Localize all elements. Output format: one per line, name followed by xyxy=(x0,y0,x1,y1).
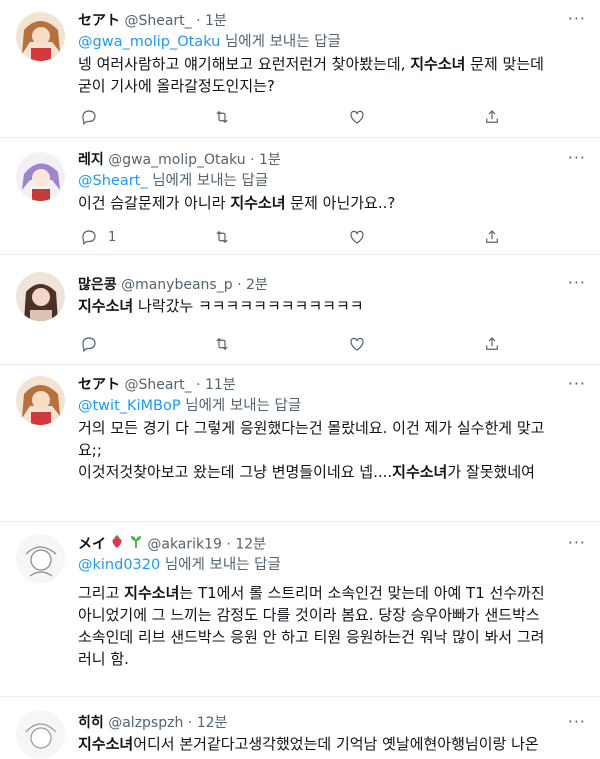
share-icon xyxy=(486,110,498,123)
more-options-icon[interactable]: ··· xyxy=(568,535,586,551)
avatar[interactable] xyxy=(16,152,65,201)
tweet-actions xyxy=(78,335,518,355)
reply-suffix: 님에게 보내는 답글 xyxy=(152,173,269,189)
retweet-button[interactable] xyxy=(213,108,231,126)
heart-icon xyxy=(350,230,364,244)
reply-icon xyxy=(82,337,96,352)
timestamp[interactable]: 12분 xyxy=(235,537,266,553)
more-options-icon[interactable]: ··· xyxy=(568,150,586,166)
tweet[interactable]: セアト @Sheart_ · 11분 @twit_KiMBoP 님에게 보내는 … xyxy=(0,365,600,522)
avatar[interactable] xyxy=(16,534,65,583)
handle[interactable]: @Sheart_ xyxy=(124,13,191,29)
reply-context: @kind0320 님에게 보내는 답글 xyxy=(78,554,588,576)
like-button[interactable] xyxy=(348,108,366,126)
retweet-button[interactable] xyxy=(213,228,231,246)
reply-suffix: 님에게 보내는 답글 xyxy=(224,34,341,50)
tweet-text: 그리고 지수소녀는 T1에서 롤 스트리머 소속인건 맞는데 아예 T1 선수까… xyxy=(78,584,545,668)
heart-icon xyxy=(350,110,364,124)
tweet-text: 넹 여러사람하고 얘기해보고 요런저런거 찾아봤는데, 지수소녀 문제 맞는데 … xyxy=(78,55,544,95)
share-icon xyxy=(486,230,498,243)
tweet[interactable]: セアト @Sheart_ · 1분 @gwa_molip_Otaku 님에게 보… xyxy=(0,0,600,138)
separator-dot: · xyxy=(196,13,201,29)
timestamp[interactable]: 2분 xyxy=(246,277,268,293)
reply-mention[interactable]: @Sheart_ xyxy=(78,173,148,189)
share-button[interactable] xyxy=(483,228,501,246)
share-button[interactable] xyxy=(483,335,501,353)
reply-mention[interactable]: @twit_KiMBoP xyxy=(78,398,181,414)
reply-button[interactable] xyxy=(80,108,108,126)
tweet[interactable]: メイ @akarik19 · 12분 @kind0320 님에게 보내는 답글 … xyxy=(0,522,600,697)
reply-icon xyxy=(82,110,96,125)
display-name[interactable]: 히히 xyxy=(78,715,104,731)
handle[interactable]: @gwa_molip_Otaku xyxy=(108,152,245,168)
avatar[interactable] xyxy=(16,710,65,759)
display-name[interactable]: 많은콩 xyxy=(78,277,117,293)
display-name[interactable]: メイ xyxy=(78,537,106,553)
reply-suffix: 님에게 보내는 답글 xyxy=(164,557,281,573)
share-button[interactable] xyxy=(483,108,501,126)
reply-button[interactable] xyxy=(80,335,98,353)
display-name[interactable]: 레지 xyxy=(78,152,104,168)
sprout-icon xyxy=(129,534,143,555)
tweet-actions xyxy=(78,108,518,128)
handle[interactable]: @manybeans_p xyxy=(121,277,233,293)
reply-mention[interactable]: @kind0320 xyxy=(78,557,160,573)
share-icon xyxy=(486,337,498,350)
retweet-icon xyxy=(216,230,228,244)
avatar[interactable] xyxy=(16,376,65,425)
reply-context: @gwa_molip_Otaku 님에게 보내는 답글 xyxy=(78,31,588,53)
separator-dot: · xyxy=(237,277,242,293)
reply-count: 1 xyxy=(108,229,117,245)
tweet-header: 레지 @gwa_molip_Otaku · 1분 xyxy=(78,150,588,170)
reply-button[interactable]: 1 xyxy=(80,228,116,246)
more-options-icon[interactable]: ··· xyxy=(568,11,586,27)
timestamp[interactable]: 11분 xyxy=(205,377,236,393)
separator-dot: · xyxy=(226,536,231,553)
tweet-text: 이건 슴갈문제가 아니라 지수소녀 문제 아닌가요..? xyxy=(78,194,396,212)
retweet-button[interactable] xyxy=(213,335,231,353)
retweet-icon xyxy=(216,110,228,124)
tweet-header: セアト @Sheart_ · 11분 xyxy=(78,375,588,395)
like-button[interactable] xyxy=(348,228,366,246)
avatar[interactable] xyxy=(16,272,65,321)
timestamp[interactable]: 1분 xyxy=(205,13,227,29)
handle[interactable]: @alzpspzh xyxy=(108,715,183,731)
heart-icon xyxy=(350,337,364,351)
tweet-actions: 1 xyxy=(78,228,518,248)
retweet-icon xyxy=(216,337,228,351)
tweet-text: 지수소녀 나락갔누 ㅋㅋㅋㅋㅋㅋㅋㅋㅋㅋㅋㅋ xyxy=(78,297,364,315)
separator-dot: · xyxy=(250,152,255,168)
more-options-icon[interactable]: ··· xyxy=(568,714,586,730)
tweet-text: 지수소녀어디서 본거같다고생각했었는데 기억남 옛날에현아행님이랑 나온 xyxy=(78,735,539,753)
tweet[interactable]: 레지 @gwa_molip_Otaku · 1분 @Sheart_ 님에게 보내… xyxy=(0,138,600,255)
more-options-icon[interactable]: ··· xyxy=(568,275,586,291)
reply-suffix: 님에게 보내는 답글 xyxy=(185,398,302,414)
separator-dot: · xyxy=(196,377,201,393)
more-options-icon[interactable]: ··· xyxy=(568,376,586,392)
handle[interactable]: @akarik19 xyxy=(147,537,222,553)
timestamp[interactable]: 1분 xyxy=(259,152,281,168)
avatar[interactable] xyxy=(16,12,65,61)
timestamp[interactable]: 12분 xyxy=(197,715,228,731)
separator-dot: · xyxy=(187,715,193,731)
reply-icon xyxy=(82,230,96,245)
display-name[interactable]: セアト xyxy=(78,13,120,29)
tweet[interactable]: 히히 @alzpspzh · 12분 지수소녀어디서 본거같다고생각했었는데 기… xyxy=(0,697,600,759)
tweet[interactable]: 많은콩 @manybeans_p · 2분 지수소녀 나락갔누 ㅋㅋㅋㅋㅋㅋㅋㅋ… xyxy=(0,255,600,365)
tweet-header: 히히 @alzpspzh · 12분 xyxy=(78,713,588,733)
tweet-header: メイ @akarik19 · 12분 xyxy=(78,534,588,554)
reply-context: @Sheart_ 님에게 보내는 답글 xyxy=(78,170,588,192)
tweet-header: 많은콩 @manybeans_p · 2분 xyxy=(78,275,588,295)
like-button[interactable] xyxy=(348,335,366,353)
tweet-header: セアト @Sheart_ · 1분 xyxy=(78,11,588,31)
reply-mention[interactable]: @gwa_molip_Otaku xyxy=(78,34,220,50)
reply-context: @twit_KiMBoP 님에게 보내는 답글 xyxy=(78,395,588,417)
display-name[interactable]: セアト xyxy=(78,377,120,393)
handle[interactable]: @Sheart_ xyxy=(124,377,191,393)
tweet-text: 거의 모든 경기 다 그렇게 응원했다는건 몰랐네요. 이건 제가 실수한게 맞… xyxy=(78,419,545,481)
strawberry-icon xyxy=(110,534,124,555)
